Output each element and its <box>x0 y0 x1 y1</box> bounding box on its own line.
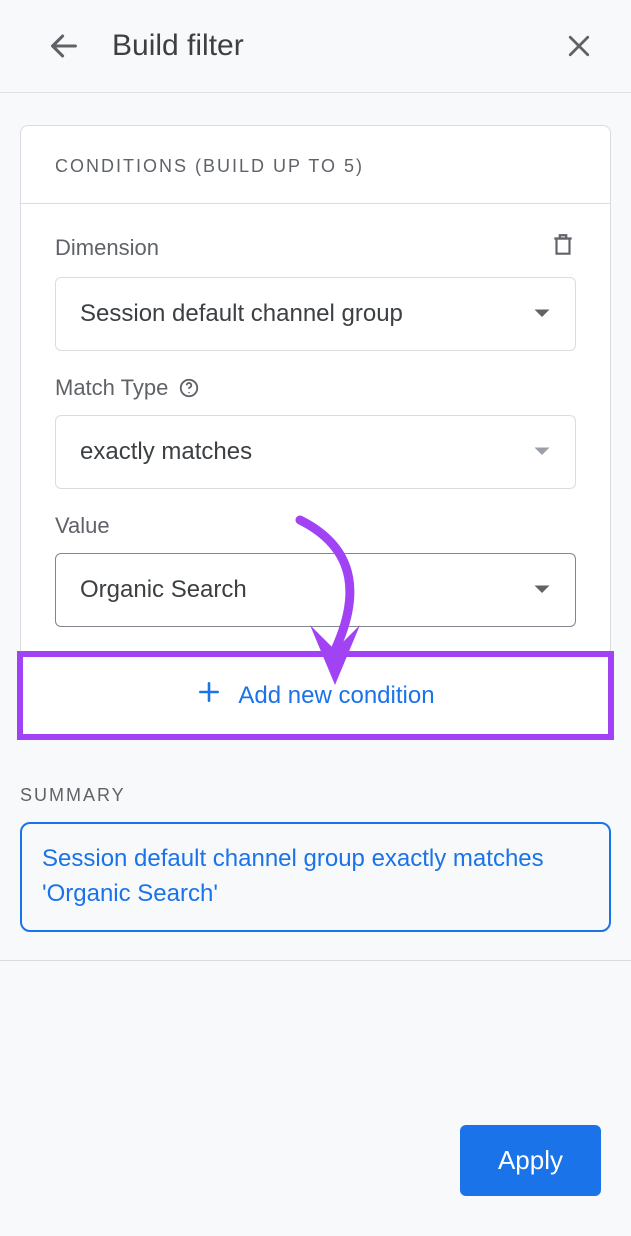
value-select[interactable]: Organic Search <box>55 553 576 627</box>
add-condition-label: Add new condition <box>238 682 434 710</box>
summary-label: SUMMARY <box>20 785 611 806</box>
summary-box: Session default channel group exactly ma… <box>20 822 611 932</box>
back-arrow-icon[interactable] <box>40 22 88 70</box>
caret-down-icon <box>533 308 551 320</box>
caret-down-icon <box>533 584 551 596</box>
page-title: Build filter <box>112 29 555 63</box>
trash-icon[interactable] <box>550 232 576 263</box>
conditions-card: CONDITIONS (BUILD UP TO 5) Dimension Ses… <box>20 125 611 737</box>
conditions-body: Dimension Session default channel group … <box>21 204 610 627</box>
add-condition-button[interactable]: Add new condition <box>23 657 608 734</box>
close-icon[interactable] <box>555 22 603 70</box>
value-value: Organic Search <box>80 576 247 604</box>
help-icon[interactable] <box>178 377 200 399</box>
apply-button[interactable]: Apply <box>460 1125 601 1196</box>
add-condition-highlight: Add new condition <box>17 651 614 740</box>
dimension-select[interactable]: Session default channel group <box>55 277 576 351</box>
header: Build filter <box>0 0 631 93</box>
match-type-value: exactly matches <box>80 438 252 466</box>
conditions-header: CONDITIONS (BUILD UP TO 5) <box>21 126 610 204</box>
match-type-label: Match Type <box>55 375 576 401</box>
dimension-value: Session default channel group <box>80 300 403 328</box>
match-type-select[interactable]: exactly matches <box>55 415 576 489</box>
plus-icon <box>196 679 222 712</box>
match-type-label-text: Match Type <box>55 375 168 401</box>
dimension-label: Dimension <box>55 235 159 261</box>
divider <box>0 960 631 961</box>
caret-down-icon <box>533 446 551 458</box>
value-label: Value <box>55 513 576 539</box>
